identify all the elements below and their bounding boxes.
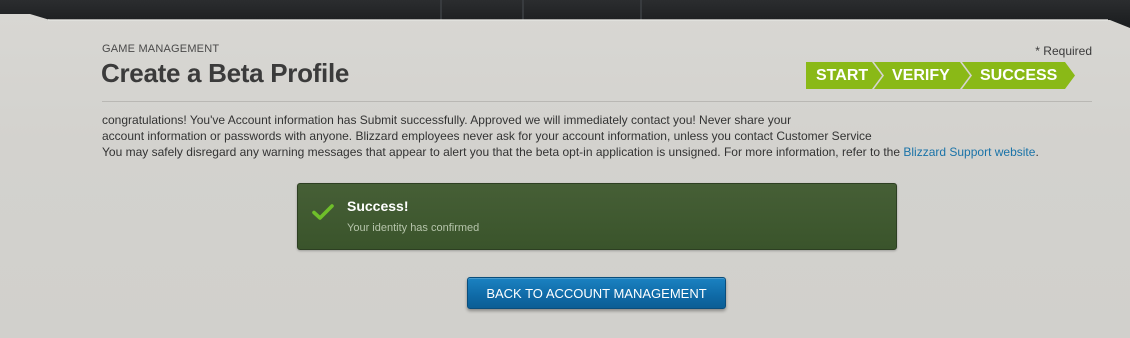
header-divider — [102, 101, 1092, 102]
check-icon — [312, 204, 334, 220]
blizzard-support-link[interactable]: Blizzard Support website — [903, 145, 1035, 159]
required-note: * Required — [1035, 44, 1092, 58]
back-to-account-management-button[interactable]: BACK TO ACCOUNT MANAGEMENT — [467, 277, 726, 309]
page-title: Create a Beta Profile — [101, 58, 350, 88]
info-text: congratulations! You've Account informat… — [102, 112, 1092, 160]
success-alert: Success! Your identity has confirmed — [297, 183, 897, 250]
info-line: You may safely disregard any warning mes… — [102, 144, 1092, 160]
info-line-suffix: . — [1035, 145, 1039, 159]
section-label: GAME MANAGEMENT — [102, 43, 220, 55]
step-start: START — [806, 62, 882, 89]
info-line: congratulations! You've Account informat… — [102, 113, 792, 127]
info-line-text: You may safely disregard any warning mes… — [102, 145, 901, 159]
step-verify: VERIFY — [874, 62, 970, 89]
info-line: account information or passwords with an… — [102, 129, 872, 143]
alert-title: Success! — [347, 198, 409, 214]
step-success: SUCCESS — [962, 62, 1075, 89]
progress-steps: START VERIFY SUCCESS — [806, 62, 1067, 89]
panel-edge — [48, 19, 1108, 21]
alert-message: Your identity has confirmed — [347, 222, 480, 234]
